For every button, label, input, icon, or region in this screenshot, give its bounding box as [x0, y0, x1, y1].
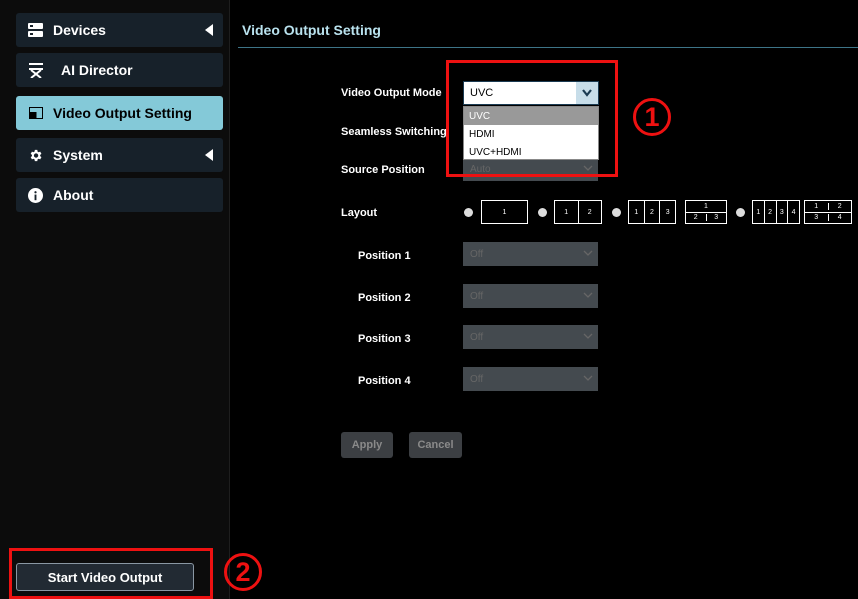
- apply-button[interactable]: Apply: [341, 432, 393, 458]
- header-divider: [238, 47, 858, 48]
- collapse-arrow-icon[interactable]: [205, 149, 213, 161]
- cancel-button[interactable]: Cancel: [409, 432, 462, 458]
- annotation-number-2: 2: [224, 553, 262, 591]
- position-4-value: Off: [470, 373, 484, 385]
- annotation-number-1: 1: [633, 98, 671, 136]
- sidebar-item-system[interactable]: System: [16, 138, 223, 172]
- chevron-down-icon: [582, 372, 594, 384]
- position-4-label: Position 4: [358, 375, 411, 387]
- sidebar-item-label: AI Director: [61, 62, 133, 78]
- position-3-value: Off: [470, 331, 484, 343]
- sidebar-item-about[interactable]: About: [16, 178, 223, 212]
- source-position-label: Source Position: [341, 164, 425, 176]
- position-2-select[interactable]: Off: [463, 284, 598, 308]
- position-1-select[interactable]: Off: [463, 242, 598, 266]
- layout-radio-2[interactable]: [538, 208, 547, 217]
- layout-4-icon[interactable]: 1234: [752, 200, 800, 224]
- annotation-box-2: [9, 548, 213, 599]
- sidebar-item-label: About: [53, 187, 94, 203]
- sidebar-item-ai-director[interactable]: AI Director: [16, 53, 223, 87]
- sidebar-item-devices[interactable]: Devices: [16, 13, 223, 47]
- layout-radio-1[interactable]: [464, 208, 473, 217]
- sidebar-item-label: Video Output Setting: [53, 105, 192, 121]
- chevron-down-icon: [582, 330, 594, 342]
- layout-radio-4[interactable]: [736, 208, 745, 217]
- layout-1-icon[interactable]: 1: [481, 200, 528, 224]
- chevron-down-icon: [582, 247, 594, 259]
- layout-4b-icon[interactable]: 12 34: [804, 200, 852, 224]
- layout-radio-3[interactable]: [612, 208, 621, 217]
- layout-3b-icon[interactable]: 1 23: [685, 200, 727, 224]
- position-1-value: Off: [470, 248, 484, 260]
- monitor-icon: [28, 106, 43, 121]
- video-output-mode-label: Video Output Mode: [341, 87, 442, 99]
- position-3-select[interactable]: Off: [463, 325, 598, 349]
- position-1-label: Position 1: [358, 250, 411, 262]
- page-title: Video Output Setting: [242, 22, 381, 38]
- collapse-arrow-icon[interactable]: [205, 24, 213, 36]
- position-2-value: Off: [470, 290, 484, 302]
- sidebar-item-video-output-setting[interactable]: Video Output Setting: [16, 96, 223, 130]
- devices-icon: [28, 23, 43, 38]
- layout-3-icon[interactable]: 123: [628, 200, 676, 224]
- position-4-select[interactable]: Off: [463, 367, 598, 391]
- gear-icon: [28, 148, 43, 163]
- info-icon: [28, 187, 43, 203]
- sidebar-item-label: System: [53, 147, 103, 163]
- annotation-box-1: [446, 60, 618, 177]
- position-2-label: Position 2: [358, 292, 411, 304]
- position-3-label: Position 3: [358, 333, 411, 345]
- seamless-switching-label: Seamless Switching: [341, 126, 447, 138]
- layout-label: Layout: [341, 207, 378, 219]
- layout-2-icon[interactable]: 12: [554, 200, 602, 224]
- chevron-down-icon: [582, 289, 594, 301]
- sidebar-item-label: Devices: [53, 22, 106, 38]
- sidebar: Devices AI Director Video Output Setting…: [0, 0, 230, 599]
- director-chair-icon: [28, 62, 43, 78]
